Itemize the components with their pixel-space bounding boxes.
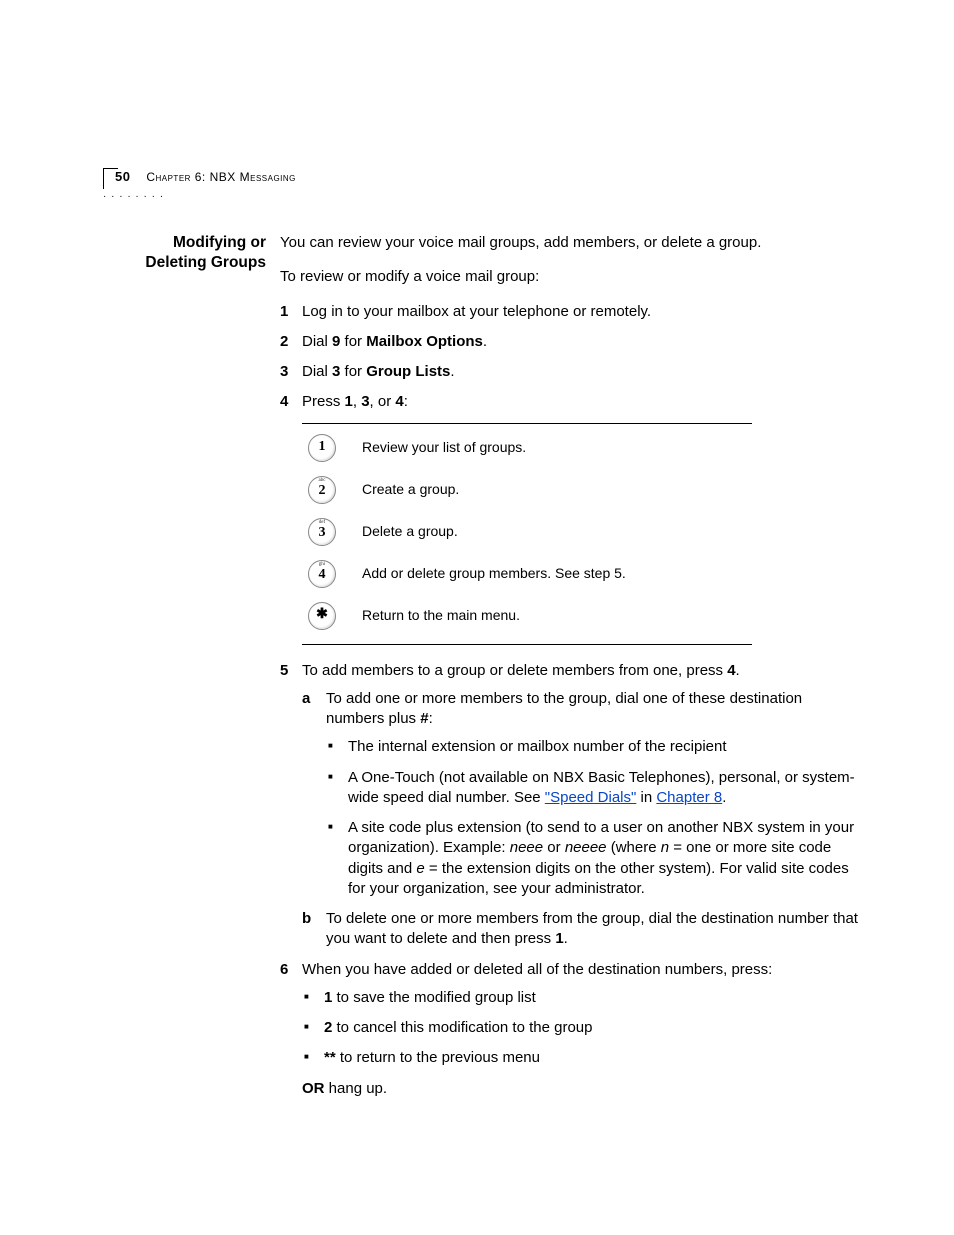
key-4-desc: Add or delete group members. See step 5. [362,564,626,583]
phone-key-4-icon: ghi4 [308,560,336,588]
step-5: 5 To add members to a group or delete me… [280,661,864,950]
bullet-6-1: 1 to save the modified group list [302,988,864,1008]
phone-key-3-icon: def3 [308,518,336,546]
step-3: 3 Dial 3 for Group Lists. [280,362,864,382]
section-title-line1: Modifying or [173,234,266,251]
bullet-5a-3: A site code plus extension (to send to a… [326,818,864,899]
intro-para-1: You can review your voice mail groups, a… [280,233,864,253]
steps-list: 1 Log in to your mailbox at your telepho… [280,302,864,413]
bullet-6-2: 2 to cancel this modification to the gro… [302,1018,864,1038]
step-4: 4 Press 1, 3, or 4: [280,392,864,412]
key-1-desc: Review your list of groups. [362,438,526,457]
dotted-decoration: · · · · · · · · [103,190,164,204]
step-1-text: Log in to your mailbox at your telephone… [302,303,651,320]
bullet-6-3: ** to return to the previous menu [302,1048,864,1068]
phone-key-star-icon: ✱ [308,602,336,630]
section-title-line2: Deleting Groups [145,254,266,271]
step-5-sublist: a To add one or more members to the grou… [302,689,864,950]
key-3-desc: Delete a group. [362,522,458,541]
intro-para-2: To review or modify a voice mail group: [280,267,864,287]
document-page: · · · · · · · · 50 Chapter 6: NBX Messag… [0,0,954,1235]
running-header: · · · · · · · · 50 Chapter 6: NBX Messag… [115,168,296,186]
steps-list-cont: 5 To add members to a group or delete me… [280,661,864,1099]
key-row-2: abc2 Create a group. [302,476,752,504]
step-6-bullets: 1 to save the modified group list 2 to c… [302,988,864,1069]
step-6-or: OR hang up. [302,1079,864,1099]
step-5a: a To add one or more members to the grou… [302,689,864,899]
key-star-desc: Return to the main menu. [362,606,520,625]
key-row-4: ghi4 Add or delete group members. See st… [302,560,752,588]
key-2-desc: Create a group. [362,480,459,499]
header-corner-rule [103,168,118,189]
key-row-1: 1 Review your list of groups. [302,434,752,462]
table-bottom-rule [302,644,752,645]
section-title-column: Modifying or Deleting Groups [115,233,280,1109]
key-row-3: def3 Delete a group. [302,518,752,546]
key-row-star: ✱ Return to the main menu. [302,602,752,630]
step-5a-bullets: The internal extension or mailbox number… [326,737,864,899]
bullet-5a-1: The internal extension or mailbox number… [326,737,864,757]
step-2: 2 Dial 9 for Mailbox Options. [280,332,864,352]
step-5b: b To delete one or more members from the… [302,909,864,950]
keypad-table: 1 Review your list of groups. abc2 Creat… [302,423,752,645]
phone-key-2-icon: abc2 [308,476,336,504]
chapter-8-link[interactable]: Chapter 8 [656,789,722,806]
bullet-5a-2: A One-Touch (not available on NBX Basic … [326,768,864,809]
chapter-label: Chapter 6: NBX Messaging [146,170,296,184]
table-top-rule [302,423,752,424]
step-1: 1 Log in to your mailbox at your telepho… [280,302,864,322]
body-column: You can review your voice mail groups, a… [280,233,864,1109]
phone-key-1-icon: 1 [308,434,336,462]
step-6: 6 When you have added or deleted all of … [280,960,864,1099]
speed-dials-link[interactable]: "Speed Dials" [545,789,637,806]
